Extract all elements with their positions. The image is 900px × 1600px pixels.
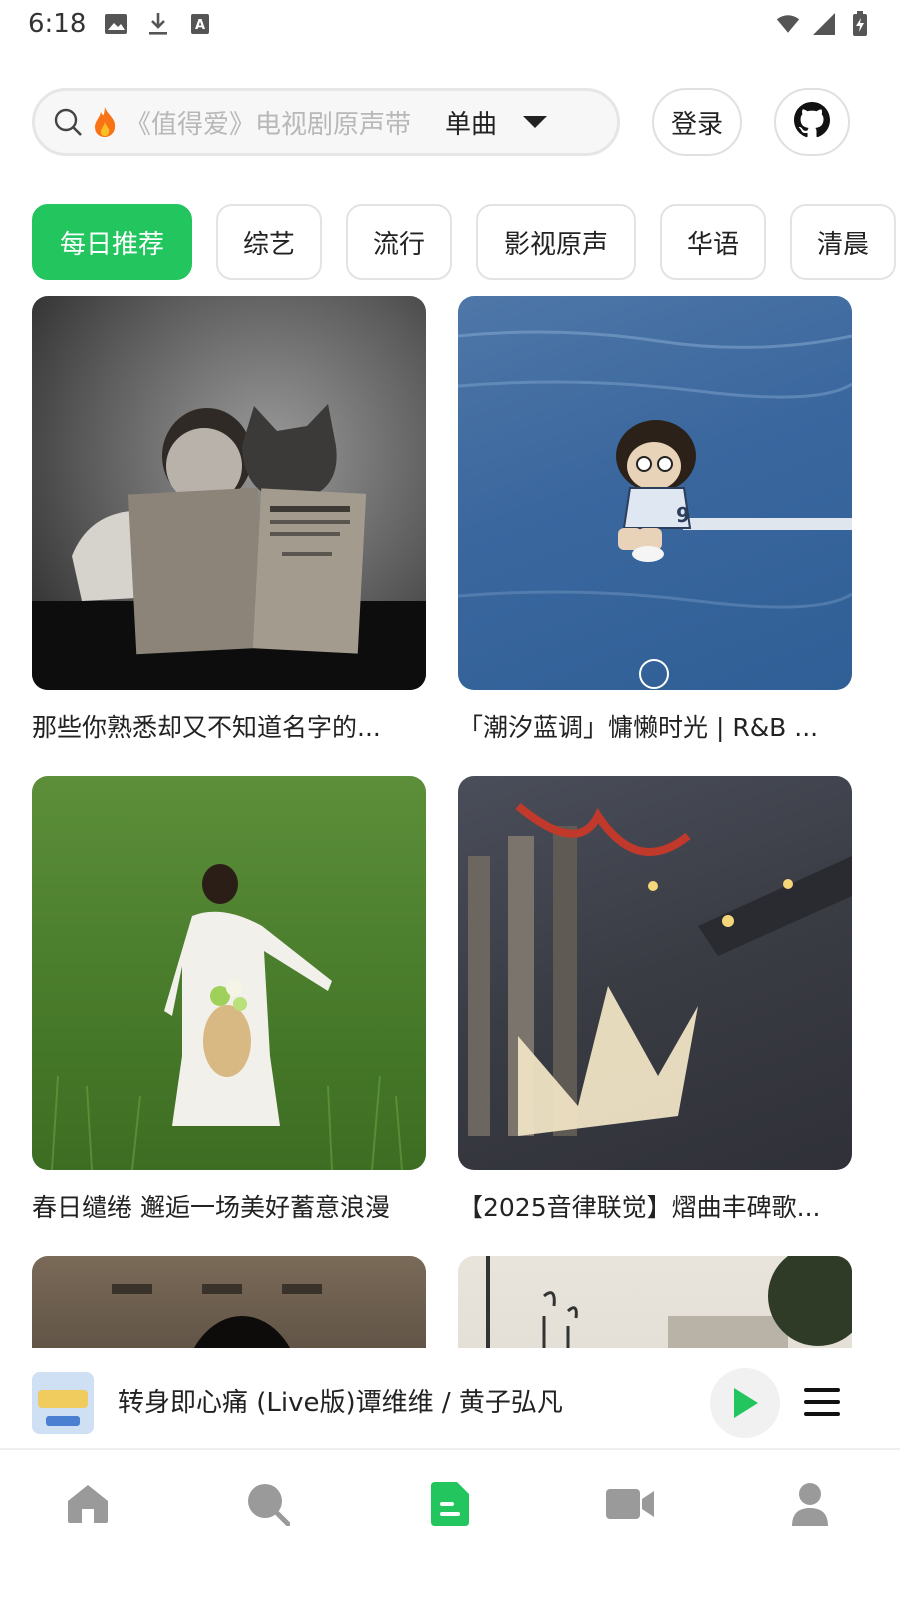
playlist-card[interactable]: 【2025音律联觉】熠曲丰碑歌... [458,776,852,1224]
status-right [776,11,872,36]
signal-icon [812,12,836,36]
home-icon [68,1485,108,1523]
playlist-card[interactable]: 春日缱绻 邂逅一场美好蓄意浪漫 [32,776,426,1224]
menu-icon [804,1388,840,1416]
github-button[interactable] [774,88,850,156]
search-box[interactable]: 《值得爱》电视剧原声带 单曲 [32,88,620,156]
playlist-menu-button[interactable] [804,1384,840,1420]
playlist-title[interactable]: 春日缱绻 邂逅一场美好蓄意浪漫 [32,1188,426,1224]
playlist-title[interactable]: 那些你熟悉却又不知道名字的... [32,708,426,744]
playlist-card[interactable]: 9 「潮汐蓝调」慵懒时光 | R&B ... [458,296,852,744]
playlist-cover[interactable]: 9 [458,296,852,690]
playlist-card[interactable]: 那些你熟悉却又不知道名字的... [32,296,426,744]
cover-art-2025-event [468,802,852,1136]
cover-art-ocean-character: 9 [458,330,852,689]
now-playing-cover[interactable] [32,1372,94,1434]
nav-search[interactable] [244,1480,292,1528]
category-tabs: 每日推荐 综艺 流行 影视原声 华语 清晨 [32,204,900,280]
tab-daily-recommend[interactable]: 每日推荐 [32,204,192,280]
search-icon [53,107,83,137]
image-icon [104,12,128,36]
nav-profile[interactable] [786,1480,834,1528]
video-icon [606,1489,654,1519]
login-button[interactable]: 登录 [652,88,742,156]
svg-text:9: 9 [676,503,690,527]
search-icon [248,1484,290,1526]
cover-art-girl-field [51,864,403,1170]
playlist-cover[interactable] [458,776,852,1170]
font-icon: A [188,12,212,36]
now-playing-title[interactable]: 转身即心痛 (Live版)谭维维 / 黄子弘凡 [118,1382,563,1419]
chevron-down-icon[interactable] [521,113,549,131]
cover-art-indoor-portrait [112,1284,322,1348]
playlist-title[interactable]: 【2025音律联觉】熠曲丰碑歌... [458,1188,852,1224]
nav-playlist[interactable] [426,1480,474,1528]
status-bar: 6:18 A [0,0,900,48]
playlist-cover[interactable] [32,1256,426,1348]
tab-soundtrack[interactable]: 影视原声 [476,204,636,280]
nav-home[interactable] [64,1480,112,1528]
tab-variety[interactable]: 综艺 [216,204,322,280]
status-time: 6:18 [28,9,87,39]
tab-morning[interactable]: 清晨 [790,204,896,280]
tab-pop[interactable]: 流行 [346,204,452,280]
play-icon [734,1388,758,1418]
playlist-cover[interactable] [32,296,426,690]
download-icon [146,12,170,36]
bottom-navigation [0,1448,900,1600]
playlist-cover[interactable] [32,776,426,1170]
github-icon [794,102,830,142]
playlist-title[interactable]: 「潮汐蓝调」慵懒时光 | R&B ... [458,708,852,744]
cover-art-street-lamps [486,1256,852,1348]
playlist-grid: 那些你熟悉却又不知道名字的... 9 「潮汐蓝调」慵懒时光 | R&B ... [32,296,852,1348]
document-icon [431,1482,469,1526]
nav-video[interactable] [606,1480,654,1528]
fire-icon [91,106,119,138]
playlist-card[interactable] [32,1256,426,1348]
playlist-cover[interactable] [458,1256,852,1348]
profile-icon [792,1483,828,1526]
playlist-card[interactable] [458,1256,852,1348]
search-row: 《值得爱》电视剧原声带 单曲 登录 [32,88,868,156]
mini-player[interactable]: 转身即心痛 (Live版)谭维维 / 黄子弘凡 [0,1360,900,1446]
battery-charging-icon [848,11,872,36]
tab-chinese[interactable]: 华语 [660,204,766,280]
search-input[interactable]: 《值得爱》电视剧原声带 [125,104,425,141]
cover-art-reading-child [32,404,426,690]
search-type-label[interactable]: 单曲 [445,104,497,141]
svg-text:A: A [195,18,205,33]
status-left: 6:18 A [28,9,212,39]
wifi-icon [776,12,800,36]
play-button[interactable] [710,1368,780,1438]
